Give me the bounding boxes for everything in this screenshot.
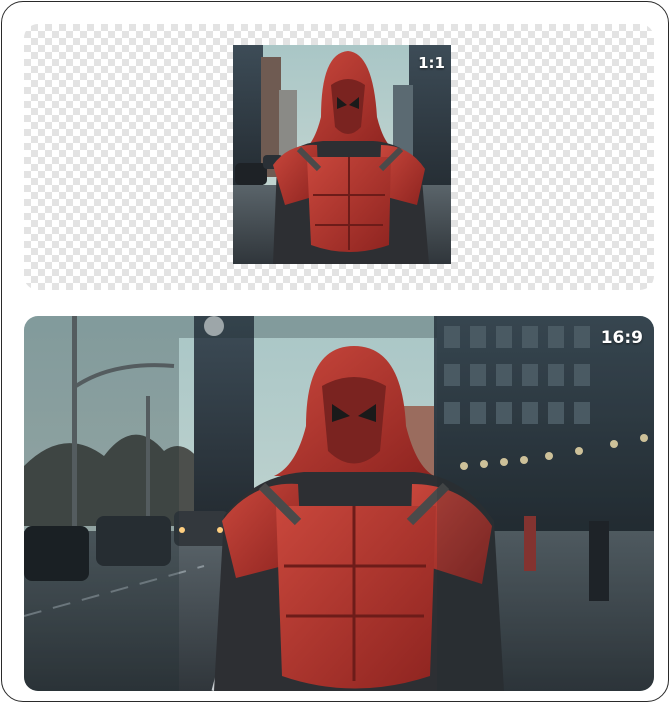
widescreen-preview-image xyxy=(24,316,654,691)
crop-preview-card: 1:1 16:9 xyxy=(1,1,669,702)
ratio-badge-widescreen: 16:9 xyxy=(600,328,643,348)
square-preview-image xyxy=(233,45,451,264)
widescreen-crop-preview[interactable]: 16:9 xyxy=(24,316,654,691)
ratio-badge-square: 1:1 xyxy=(418,54,445,72)
square-crop-preview[interactable]: 1:1 xyxy=(233,45,451,264)
transparent-canvas: 1:1 xyxy=(24,24,654,290)
